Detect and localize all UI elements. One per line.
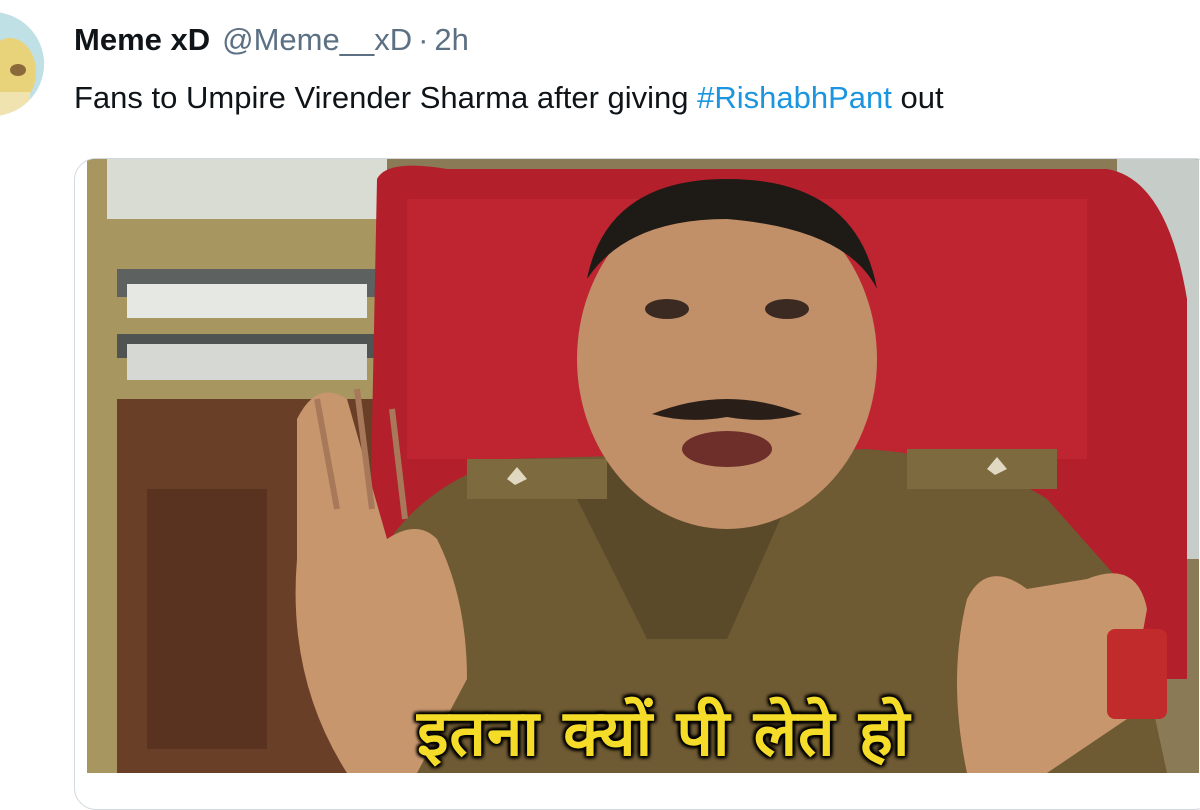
separator-dot: · [418, 22, 429, 57]
avatar-icon [0, 12, 44, 116]
avatar[interactable] [0, 12, 44, 116]
media-card[interactable]: इतना क्यों पी लेते हो [74, 158, 1200, 810]
timestamp[interactable]: 2h [434, 22, 468, 58]
user-handle[interactable]: @Meme__xD [222, 22, 412, 58]
tweet-text-after: out [891, 80, 944, 115]
hashtag-link[interactable]: #RishabhPant [697, 80, 892, 115]
tweet-header: Meme xD @Meme__xD · 2h [74, 22, 469, 66]
meme-photo [87, 159, 1199, 773]
display-name[interactable]: Meme xD [74, 22, 210, 58]
meme-image[interactable]: इतना क्यों पी लेते हो [87, 159, 1199, 773]
tweet-text-before: Fans to Umpire Virender Sharma after giv… [74, 80, 698, 115]
tweet: Meme xD @Meme__xD · 2h Fans to Umpire Vi… [0, 0, 1200, 810]
meme-caption: इतना क्यों पी लेते हो [417, 697, 911, 771]
tweet-text: Fans to Umpire Virender Sharma after giv… [74, 80, 944, 116]
